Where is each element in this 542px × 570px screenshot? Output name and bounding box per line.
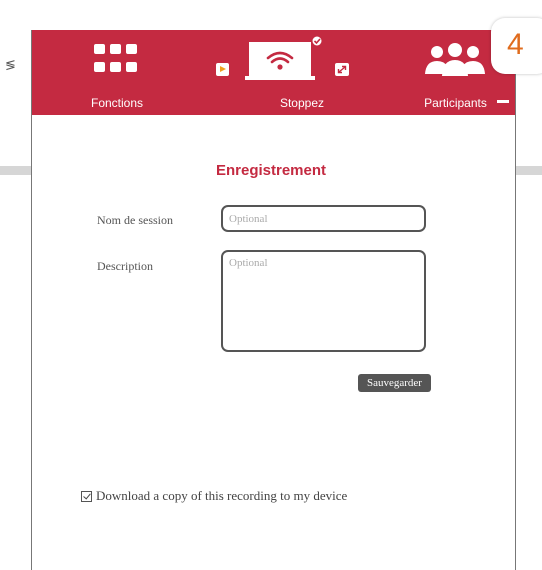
grid-icon: [94, 44, 138, 74]
download-label: Download a copy of this recording to my …: [96, 488, 348, 503]
stoppez-label: Stoppez: [279, 96, 325, 110]
fonctions-button[interactable]: Fonctions: [72, 30, 162, 115]
form-title: Enregistrement: [215, 162, 327, 179]
participants-icon: [425, 43, 485, 76]
session-name-input[interactable]: [221, 205, 426, 232]
toolbar: Fonctions Stoppez Participants: [32, 30, 515, 115]
description-label: Description: [97, 259, 153, 273]
participants-label: Participants: [424, 96, 487, 110]
expand-icon[interactable]: [335, 63, 349, 76]
session-name-label: Nom de session: [97, 213, 173, 227]
save-button[interactable]: Sauvegarder: [358, 374, 431, 392]
download-checkbox[interactable]: [81, 490, 92, 502]
stoppez-button[interactable]: Stoppez: [207, 30, 397, 115]
description-input[interactable]: [221, 250, 426, 352]
download-option[interactable]: Download a copy of this recording to my …: [81, 488, 347, 504]
step-badge: 4: [491, 18, 542, 74]
fonctions-label: Fonctions: [90, 96, 144, 110]
screen-share-wifi-icon: [245, 36, 322, 80]
minimize-icon[interactable]: [497, 100, 509, 103]
side-logo: ≶: [5, 58, 16, 73]
play-icon: [216, 63, 229, 76]
